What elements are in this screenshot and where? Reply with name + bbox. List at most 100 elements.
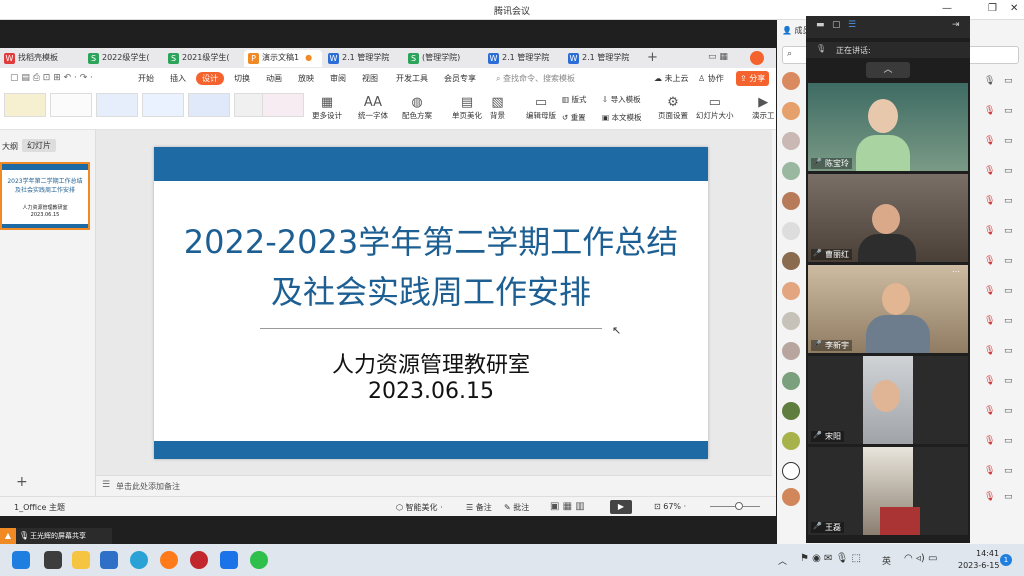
color-scheme-button[interactable]: ◍ 配色方案: [402, 96, 432, 121]
camera-icon[interactable]: ▭: [1004, 436, 1013, 446]
cloud-status[interactable]: ☁ 未上云: [654, 73, 689, 84]
avatar[interactable]: [782, 162, 800, 180]
mic-muted-icon[interactable]: 🎙: [984, 166, 995, 176]
video-tile[interactable]: 陈宝玲: [808, 83, 968, 171]
single-page-beautify-button[interactable]: ▤ 单页美化: [452, 96, 482, 121]
current-slide[interactable]: 2022-2023学年第二学期工作总结 及社会实践周工作安排 人力资源管理教研室…: [154, 147, 708, 459]
tencent-meeting-icon[interactable]: [220, 551, 238, 569]
tray-icons[interactable]: ⚑ ◉ ✉ 🎙 ⬚: [800, 553, 861, 564]
mic-muted-icon[interactable]: 🎙: [984, 466, 995, 476]
menu-transition[interactable]: 切换: [234, 73, 250, 84]
page-setup-button[interactable]: ⚙ 页面设置: [658, 96, 688, 121]
mic-muted-icon[interactable]: 🎙: [984, 106, 995, 116]
avatar[interactable]: [782, 72, 800, 90]
avatar[interactable]: [782, 312, 800, 330]
slide-title-line1[interactable]: 2022-2023学年第二学期工作总结: [154, 217, 708, 263]
mic-muted-icon[interactable]: 🎙: [984, 316, 995, 326]
camera-icon[interactable]: ▭: [1004, 286, 1013, 296]
minimize-icon[interactable]: ▬: [816, 20, 825, 30]
collab-button[interactable]: ♙ 协作: [698, 73, 724, 84]
avatar[interactable]: [782, 102, 800, 120]
screen-share-indicator[interactable]: ▲ 🎙 王光辉的屏幕共享: [0, 528, 112, 544]
slide-thumbnail[interactable]: 2023学年第二学期工作总结 及社会实践周工作安排 人力资源管理教研室 2023…: [0, 162, 90, 230]
ime-indicator[interactable]: 英: [882, 554, 891, 567]
avatar[interactable]: [782, 432, 800, 450]
share-button[interactable]: ⇪ 分享: [736, 71, 770, 86]
window-icon[interactable]: ▢: [832, 20, 841, 30]
tab-doc-6[interactable]: W 2.1 管理学院: [484, 50, 562, 67]
tray-chevron-icon[interactable]: ︿: [778, 554, 787, 567]
minimize-button[interactable]: —: [942, 3, 952, 14]
network-volume-battery-icons[interactable]: ◠ ◃) ▭: [904, 553, 937, 564]
mic-muted-icon[interactable]: 🎙: [984, 492, 995, 502]
video-tile[interactable]: 宋阳: [808, 356, 968, 444]
design-template-thumb[interactable]: [188, 93, 230, 117]
camera-icon[interactable]: ▭: [1004, 466, 1013, 476]
smart-beautify-button[interactable]: ⬡ 智能美化 ·: [396, 502, 443, 513]
mic-muted-icon[interactable]: 🎙: [984, 406, 995, 416]
mic-muted-icon[interactable]: 🎙: [984, 436, 995, 446]
mic-muted-icon[interactable]: 🎙: [984, 256, 995, 266]
camera-icon[interactable]: ▭: [1004, 316, 1013, 326]
this-template-button[interactable]: ▣ 本文模板: [602, 112, 641, 123]
slide-subtitle[interactable]: 人力资源管理教研室: [154, 347, 708, 379]
mic-muted-icon[interactable]: 🎙: [984, 286, 995, 296]
plus-icon[interactable]: +: [647, 50, 658, 65]
task-view-icon[interactable]: [44, 551, 62, 569]
edit-master-button[interactable]: ▭ 编辑母版: [526, 96, 556, 121]
avatar[interactable]: [782, 132, 800, 150]
edge-browser-icon[interactable]: [130, 551, 148, 569]
notes-pane[interactable]: ☰ 单击此处添加备注: [96, 475, 772, 496]
clock-time[interactable]: 14:41: [976, 549, 999, 558]
more-design-button[interactable]: ▦ 更多设计: [312, 96, 342, 121]
mic-icon[interactable]: 🎙: [984, 76, 995, 86]
add-slide-icon[interactable]: +: [16, 474, 28, 490]
camera-icon[interactable]: ▭: [1004, 346, 1013, 356]
background-button[interactable]: ▧ 背景: [490, 96, 505, 121]
notification-badge[interactable]: 1: [1000, 554, 1012, 566]
camera-icon[interactable]: ▭: [1004, 492, 1013, 502]
mic-muted-icon[interactable]: 🎙: [984, 346, 995, 356]
tab-doc-5[interactable]: S (管理学院): [404, 50, 482, 67]
maximize-button[interactable]: ❐: [988, 3, 997, 14]
zoom-level[interactable]: ⊡ 67% ·: [654, 502, 686, 511]
menu-design[interactable]: 设计: [196, 72, 224, 85]
avatar[interactable]: [782, 282, 800, 300]
avatar[interactable]: [782, 372, 800, 390]
tab-doc-0[interactable]: W 找稻壳模板: [0, 50, 80, 67]
view-mode-icons[interactable]: ▣ ▦ ▥: [550, 501, 585, 512]
tab-slides[interactable]: 幻灯片: [22, 139, 56, 152]
design-template-thumb[interactable]: [142, 93, 184, 117]
design-template-thumb[interactable]: [262, 93, 304, 117]
camera-icon[interactable]: ▭: [1004, 196, 1013, 206]
avatar[interactable]: [782, 462, 800, 480]
command-search[interactable]: ⌕ 查找命令、搜索模板: [496, 73, 575, 84]
menu-animation[interactable]: 动画: [266, 73, 282, 84]
comments-button[interactable]: ✎ 批注: [504, 502, 529, 513]
video-tile[interactable]: 曹丽红: [808, 174, 968, 262]
reset-button[interactable]: ↺ 重置: [562, 112, 586, 123]
quick-access-icons[interactable]: ▢ ▤ ⎙ ⊡ ⊞ ↶ · ↷ ·: [10, 73, 93, 83]
mail-icon[interactable]: [100, 551, 118, 569]
menu-start[interactable]: 开始: [138, 73, 154, 84]
camera-icon[interactable]: ▭: [1004, 136, 1013, 146]
mic-muted-icon[interactable]: 🎙: [984, 376, 995, 386]
design-template-thumb[interactable]: [96, 93, 138, 117]
menu-review[interactable]: 审阅: [330, 73, 346, 84]
design-template-thumb[interactable]: [50, 93, 92, 117]
slide-title-line2[interactable]: 及社会实践周工作安排: [154, 267, 708, 313]
slide-size-button[interactable]: ▭ 幻灯片大小: [696, 96, 734, 121]
video-tile[interactable]: 王磊: [808, 447, 968, 535]
windows-start-icon[interactable]: [12, 551, 30, 569]
avatar[interactable]: [782, 342, 800, 360]
menu-member[interactable]: 会员专享: [444, 73, 476, 84]
tab-doc-4[interactable]: W 2.1 管理学院: [324, 50, 402, 67]
presentation-tools-button[interactable]: ▶ 演示工: [752, 96, 775, 121]
avatar[interactable]: [750, 51, 764, 65]
layout-button[interactable]: ▥ 版式: [562, 94, 586, 105]
close-button[interactable]: ✕: [1010, 3, 1018, 14]
more-options-icon[interactable]: ⋯: [952, 267, 960, 276]
firefox-icon[interactable]: [160, 551, 178, 569]
tab-doc-1[interactable]: S 2022级学生(: [84, 50, 162, 67]
slide-date[interactable]: 2023.06.15: [154, 379, 708, 404]
